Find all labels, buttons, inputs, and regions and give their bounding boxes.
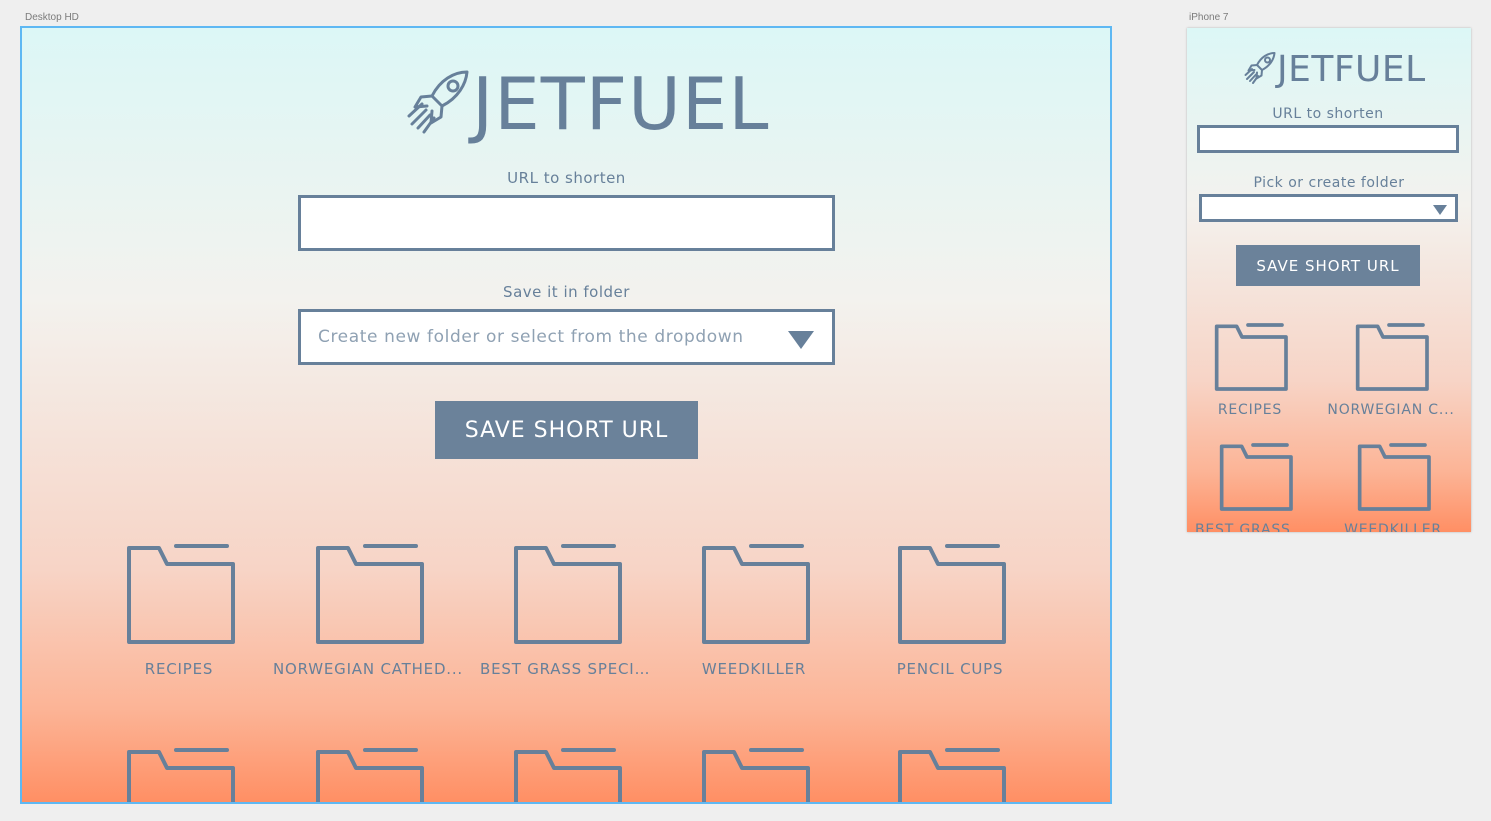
folder-item[interactable]: RECIPES [114,542,244,678]
logo-text: JETFUEL [472,62,770,146]
folder-item[interactable]: BEST GRASS SPECIES [480,542,652,678]
folder-name: RECIPES [1217,402,1283,418]
folder-name: BEST GRASS SP... [1195,522,1315,532]
folder-item[interactable] [114,746,244,802]
folder-item[interactable]: PENCIL CUPS [882,542,1018,678]
folder-icon [898,544,1006,644]
url-input[interactable] [298,195,835,251]
save-short-url-button[interactable]: SAVE SHORT URL [435,401,698,459]
url-input[interactable] [1197,125,1459,153]
folder-icon [1357,443,1431,511]
folder-dropdown[interactable]: Create new folder or select from the dro… [298,309,835,365]
folder-name: WEEDKILLER [1344,522,1442,532]
rocket-icon [1243,48,1277,92]
folder-name: NORWEGIAN CATHED... [273,660,463,678]
logo: JETFUEL [1243,48,1426,92]
folder-item[interactable]: NORWEGIAN CATHED... [270,542,466,678]
folder-name: RECIPES [144,660,214,678]
folder-icon [514,748,622,802]
folder-name: WEEDKILLER [701,660,807,678]
folder-icon [127,544,235,644]
folder-label: Save it in folder [503,283,630,301]
folder-item[interactable]: WEEDKILLER [1335,442,1451,532]
folder-item[interactable]: BEST GRASS SP... [1195,442,1315,532]
logo-text: JETFUEL [1277,49,1426,90]
folder-icon [898,748,1006,802]
folder-icon [1219,443,1293,511]
folder-item[interactable] [506,746,626,802]
phone-artboard: JETFUEL URL to shorten Pick or create fo… [1187,28,1471,532]
folder-item[interactable]: RECIPES [1202,322,1298,418]
folder-icon [1214,323,1288,391]
folder-icon [514,544,622,644]
folder-item[interactable] [890,746,1010,802]
save-short-url-button[interactable]: SAVE SHORT URL [1236,245,1420,286]
folder-icon [316,748,424,802]
folder-dropdown[interactable] [1199,194,1458,222]
folder-dropdown-placeholder: Create new folder or select from the dro… [318,327,744,347]
folder-icon [127,748,235,802]
artboard-label-desktop: Desktop HD [25,12,79,23]
logo: JETFUEL [404,66,769,142]
desktop-artboard: JETFUEL URL to shorten Save it in folder… [20,26,1112,804]
folder-item[interactable] [308,746,428,802]
chevron-down-icon[interactable] [788,331,814,349]
folder-icon [1355,323,1429,391]
chevron-down-icon[interactable] [1433,205,1447,215]
folder-icon [702,544,810,644]
rocket-icon [404,66,472,142]
folder-icon [702,748,810,802]
url-label: URL to shorten [507,169,626,187]
folder-name: PENCIL CUPS [896,660,1004,678]
folder-label: Pick or create folder [1253,175,1405,191]
folder-name: BEST GRASS SPECIES [480,660,652,678]
folder-item[interactable]: NORWEGIAN C... [1321,322,1461,418]
artboard-label-phone: iPhone 7 [1189,12,1229,23]
url-label: URL to shorten [1272,106,1384,122]
folder-item[interactable] [694,746,814,802]
folder-item[interactable]: WEEDKILLER [688,542,820,678]
folder-icon [316,544,424,644]
folder-name: NORWEGIAN C... [1327,402,1455,418]
